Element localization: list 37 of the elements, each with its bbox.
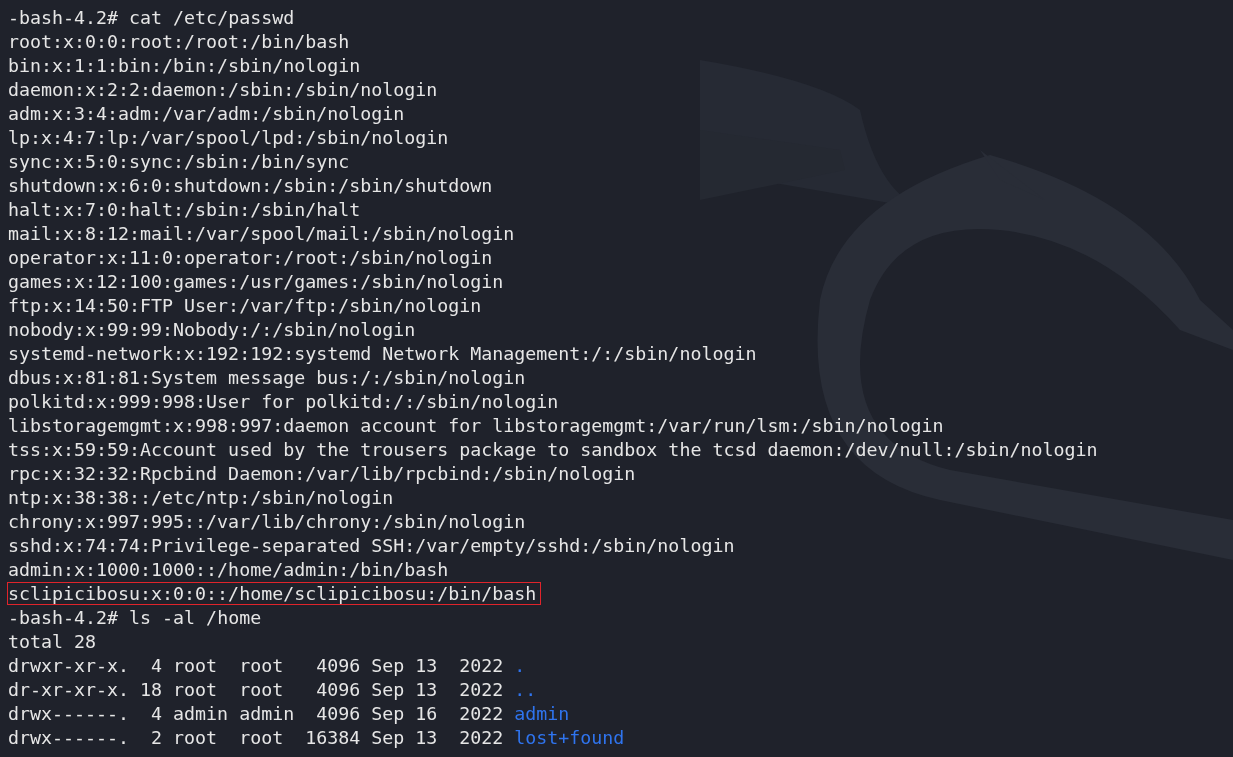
command-text: cat /etc/passwd bbox=[129, 7, 295, 28]
output-line: lp:x:4:7:lp:/var/spool/lpd:/sbin/nologin bbox=[8, 127, 449, 148]
output-line: sync:x:5:0:sync:/sbin:/bin/sync bbox=[8, 151, 350, 172]
listing-fields: drwx------. 2 root root 16384 Sep 13 2022 bbox=[8, 727, 504, 748]
output-line: tss:x:59:59:Account used by the trousers package to sandbox the tcsd daemon:/dev/null:/sbin/nologin bbox=[8, 439, 1098, 460]
output-line: sclipicibosu:x:0:0::/home/sclipicibosu:/bin/bash bbox=[8, 583, 541, 604]
directory-name: lost+found bbox=[514, 727, 625, 748]
directory-name: . bbox=[514, 655, 526, 676]
output-line: total 28 bbox=[8, 631, 97, 652]
output-line: admin:x:1000:1000::/home/admin:/bin/bash bbox=[8, 559, 449, 580]
listing-fields: drwx------. 4 admin admin 4096 Sep 16 2022 bbox=[8, 703, 504, 724]
output-line: games:x:12:100:games:/usr/games:/sbin/nologin bbox=[8, 271, 504, 292]
output-line: adm:x:3:4:adm:/var/adm:/sbin/nologin bbox=[8, 103, 405, 124]
directory-name: .. bbox=[514, 679, 537, 700]
output-line: root:x:0:0:root:/root:/bin/bash bbox=[8, 31, 350, 52]
listing-fields: dr-xr-xr-x. 18 root root 4096 Sep 13 2022 bbox=[8, 679, 504, 700]
shell-prompt: -bash-4.2# bbox=[8, 607, 119, 628]
output-line: polkitd:x:999:998:User for polkitd:/:/sbin/nologin bbox=[8, 391, 559, 412]
output-line: halt:x:7:0:halt:/sbin:/sbin/halt bbox=[8, 199, 361, 220]
output-line: daemon:x:2:2:daemon:/sbin:/sbin/nologin bbox=[8, 79, 438, 100]
output-line: operator:x:11:0:operator:/root:/sbin/nologin bbox=[8, 247, 493, 268]
directory-name: admin bbox=[514, 703, 570, 724]
output-line: mail:x:8:12:mail:/var/spool/mail:/sbin/nologin bbox=[8, 223, 515, 244]
output-line: rpc:x:32:32:Rpcbind Daemon:/var/lib/rpcbind:/sbin/nologin bbox=[8, 463, 636, 484]
output-line: shutdown:x:6:0:shutdown:/sbin:/sbin/shutdown bbox=[8, 175, 493, 196]
command-text: ls -al /home bbox=[129, 607, 262, 628]
listing-fields: drwxr-xr-x. 4 root root 4096 Sep 13 2022 bbox=[8, 655, 504, 676]
output-line: sshd:x:74:74:Privilege-separated SSH:/var/empty/sshd:/sbin/nologin bbox=[8, 535, 735, 556]
output-line: libstoragemgmt:x:998:997:daemon account for libstoragemgmt:/var/run/lsm:/sbin/nologin bbox=[8, 415, 944, 436]
output-line: systemd-network:x:192:192:systemd Network Management:/:/sbin/nologin bbox=[8, 343, 757, 364]
shell-prompt: -bash-4.2# bbox=[8, 7, 119, 28]
output-line: dbus:x:81:81:System message bus:/:/sbin/nologin bbox=[8, 367, 526, 388]
output-line: ntp:x:38:38::/etc/ntp:/sbin/nologin bbox=[8, 487, 394, 508]
output-line: chrony:x:997:995::/var/lib/chrony:/sbin/nologin bbox=[8, 511, 526, 532]
output-line: nobody:x:99:99:Nobody:/:/sbin/nologin bbox=[8, 319, 416, 340]
output-line: ftp:x:14:50:FTP User:/var/ftp:/sbin/nologin bbox=[8, 295, 482, 316]
output-line: bin:x:1:1:bin:/bin:/sbin/nologin bbox=[8, 55, 361, 76]
